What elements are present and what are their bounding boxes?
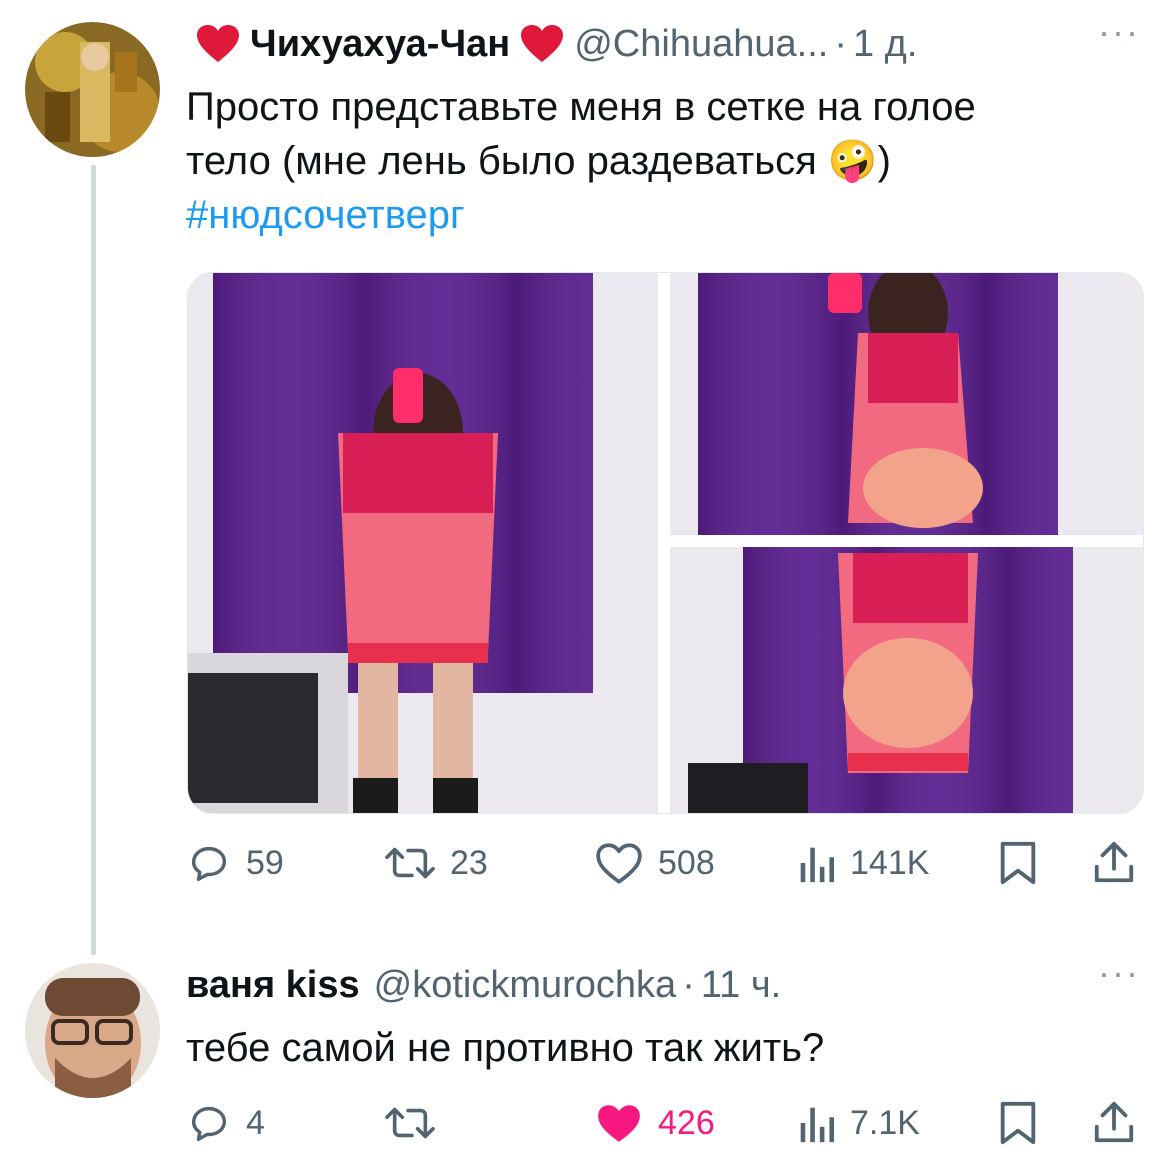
author-name[interactable]: ваня kiss [186,964,360,1007]
reply-count: 59 [246,843,284,882]
reply-text: тебе самой не противно так жить? [186,1026,825,1070]
reply-icon [191,846,227,882]
reply-header: ваня kiss @kotickmurochka · 11 ч. [186,955,1140,1015]
share-icon [1094,841,1134,883]
tweet-actions: 59 23 508 141K [186,835,1140,891]
share-button[interactable] [1092,840,1136,886]
reply-button[interactable]: 4 [186,1100,265,1146]
hashtag-link[interactable]: #нюдсочетверг [186,188,1140,242]
author-handle[interactable]: @kotickmurochka [374,964,677,1007]
views-count: 7.1K [850,1103,920,1142]
tweet-text-line: тело (мне лень было раздеваться 🤪) [186,134,1140,188]
like-button[interactable]: 508 [594,840,715,886]
retweet-button[interactable]: 23 [384,840,488,886]
tweet-text-fragment: тело (мне лень было раздеваться [186,139,817,183]
bookmark-button[interactable] [998,1100,1038,1146]
photo-2[interactable] [670,273,1143,535]
photo-1[interactable] [188,273,658,813]
reply-tweet[interactable]: ваня kiss @kotickmurochka · 11 ч. ··· те… [186,955,1140,1075]
like-count: 508 [658,843,715,882]
avatar[interactable] [25,22,160,157]
views-icon [800,1107,835,1143]
retweet-icon [385,847,435,879]
views-button[interactable]: 141K [796,840,929,886]
like-icon [598,1105,640,1142]
reply-button[interactable]: 59 [186,840,284,886]
more-icon[interactable]: ··· [1098,955,1140,991]
views-icon [800,847,835,883]
views-count: 141K [850,843,930,882]
tweet-header: Чихуахуа-Чан @Chihuahua... · 1 д. [186,14,1140,74]
retweet-icon [385,1107,435,1139]
avatar[interactable] [25,963,160,1098]
tweet[interactable]: Чихуахуа-Чан @Chihuahua... · 1 д. ··· Пр… [186,14,1140,242]
more-icon[interactable]: ··· [1098,14,1140,50]
bookmark-icon [1000,841,1036,885]
heart-emoji-icon [196,24,240,64]
share-button[interactable] [1092,1100,1136,1146]
tweet-text-line: Просто представьте меня в сетке на голое [186,85,976,129]
separator-dot: · [834,22,847,65]
share-icon [1094,1101,1134,1143]
author-name[interactable]: Чихуахуа-Чан [250,23,510,66]
retweet-count: 23 [450,843,488,882]
timestamp[interactable]: 1 д. [853,23,917,66]
tweet-text-fragment: ) [877,139,891,183]
heart-emoji-icon [520,24,564,64]
bookmark-button[interactable] [998,840,1038,886]
photo-3[interactable] [670,547,1143,813]
author-handle[interactable]: @Chihuahua... [574,23,828,66]
reply-count: 4 [246,1103,265,1142]
timestamp[interactable]: 11 ч. [701,964,781,1007]
bookmark-icon [1000,1101,1036,1145]
reply-actions: 4 426 7.1K [186,1095,1140,1151]
like-button[interactable]: 426 [594,1100,715,1146]
reply-icon [191,1106,227,1142]
views-button[interactable]: 7.1K [796,1100,920,1146]
thread-line [91,165,96,955]
like-count: 426 [658,1103,715,1142]
separator-dot: · [682,963,695,1006]
media-grid[interactable] [187,272,1144,814]
retweet-button[interactable] [384,1100,450,1146]
zany-face-emoji: 🤪 [827,139,878,183]
like-icon [596,843,642,884]
tweet-text: Просто представьте меня в сетке на голое… [186,80,1140,242]
